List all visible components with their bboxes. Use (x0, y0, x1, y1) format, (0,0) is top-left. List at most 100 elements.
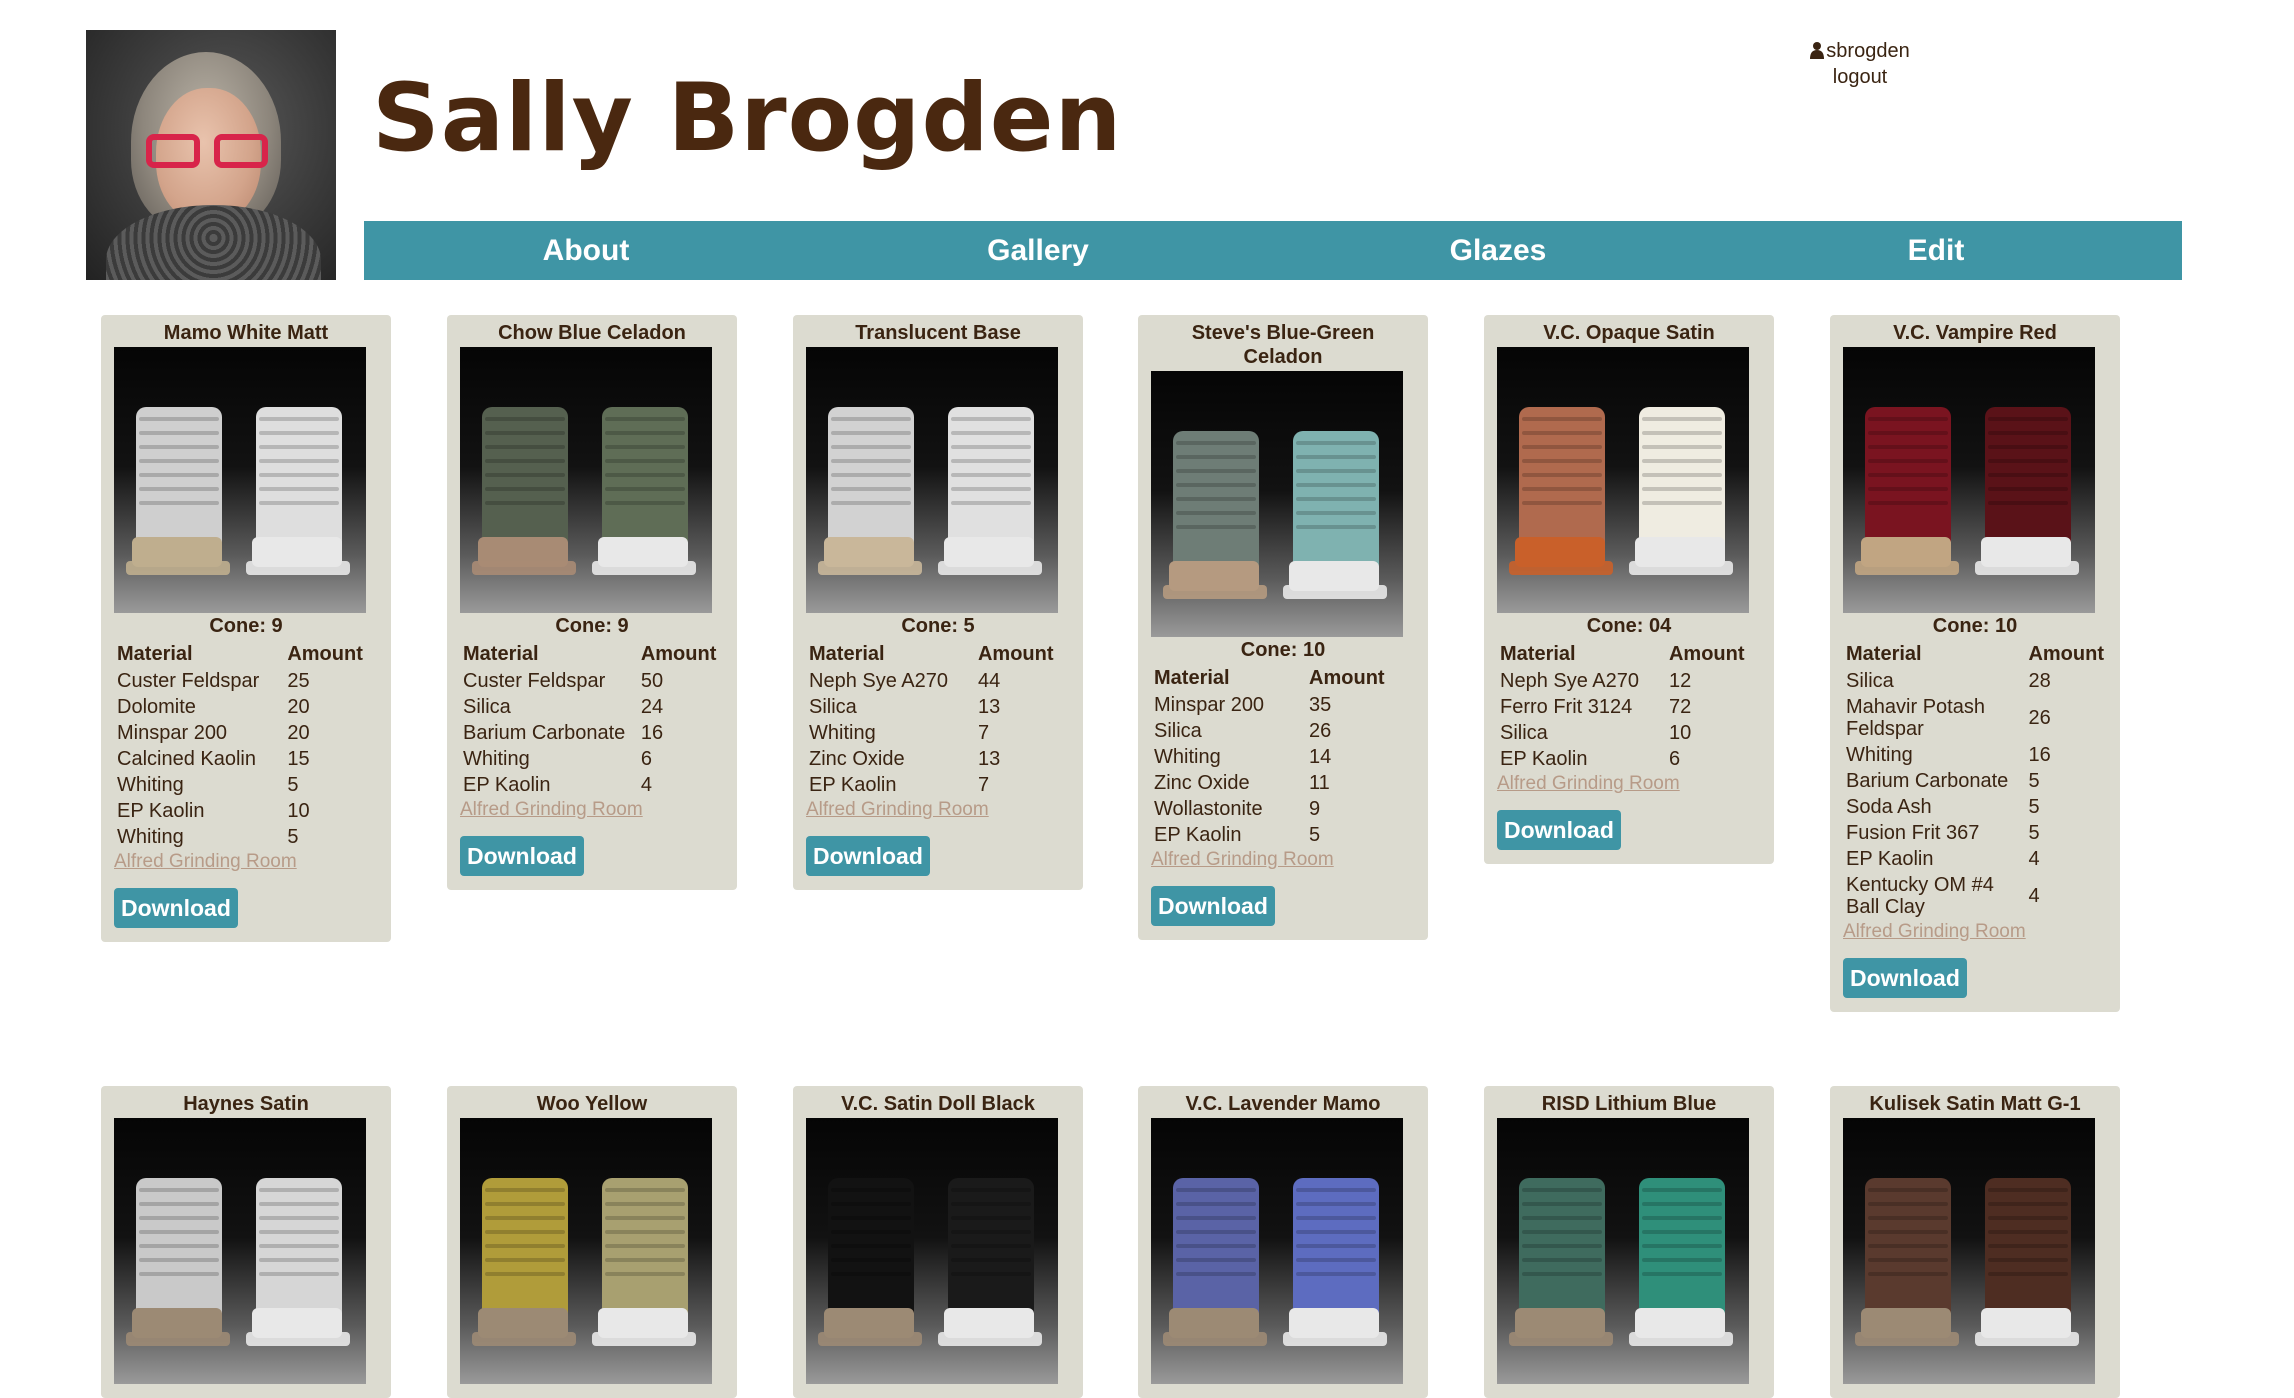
recipe-row: Whiting 7 (806, 720, 1070, 746)
recipe-source-link[interactable]: Alfred Grinding Room (806, 798, 1070, 822)
material-cell: Zinc Oxide (809, 748, 905, 770)
amount-cell: 5 (287, 826, 299, 848)
download-button[interactable]: Download (114, 888, 238, 928)
recipe-row: Whiting 5 (114, 824, 378, 850)
glaze-card: RISD Lithium Blue (1484, 1086, 1774, 1398)
download-button[interactable]: Download (1497, 810, 1621, 850)
glaze-test-tile-photo[interactable] (460, 1118, 712, 1384)
recipe-row: Dolomite 20 (114, 694, 378, 720)
material-cell: EP Kaolin (463, 774, 551, 796)
recipe-source-link[interactable]: Alfred Grinding Room (460, 798, 724, 822)
recipe-source-link[interactable]: Alfred Grinding Room (1151, 848, 1415, 872)
recipe-source-link[interactable]: Alfred Grinding Room (1497, 772, 1761, 796)
amount-cell: 50 (640, 670, 664, 692)
recipe-source-link[interactable]: Alfred Grinding Room (1843, 920, 2107, 944)
download-button[interactable]: Download (1151, 886, 1275, 926)
nav-edit[interactable]: Edit (1908, 221, 1965, 280)
material-cell: Barium Carbonate (1846, 770, 2009, 792)
amount-cell: 12 (1668, 670, 1692, 692)
recipe-row: Neph Sye A270 12 (1497, 668, 1761, 694)
glaze-test-tile-photo[interactable] (1843, 347, 2095, 613)
amount-header: Amount (1309, 667, 1385, 689)
material-cell: Whiting (463, 748, 530, 770)
material-cell: Zinc Oxide (1154, 772, 1250, 794)
material-cell: Neph Sye A270 (1500, 670, 1639, 692)
glaze-card: Translucent Base Cone: 5 Material Amount Nep… (793, 315, 1083, 890)
recipe-row: Silica 28 (1843, 668, 2107, 694)
glaze-test-tile-photo[interactable] (1497, 1118, 1749, 1384)
recipe-row: Custer Feldspar 50 (460, 668, 724, 694)
glaze-test-tile-photo[interactable] (114, 1118, 366, 1384)
recipe-row: Silica 24 (460, 694, 724, 720)
nav-glazes[interactable]: Glazes (1450, 221, 1547, 280)
glaze-card: V.C. Lavender Mamo (1138, 1086, 1428, 1398)
amount-cell: 35 (1309, 694, 1332, 716)
recipe-table: Material Amount Minspar 200 35 Silica 26 Whiti… (1151, 664, 1415, 848)
recipe-table: Material Amount Custer Feldspar 50 Silica 24 B… (460, 640, 724, 798)
material-cell: EP Kaolin (1846, 848, 1934, 870)
download-button[interactable]: Download (806, 836, 930, 876)
recipe-header-row: Material Amount (460, 640, 724, 668)
user-icon (1810, 42, 1825, 59)
amount-cell: 14 (1309, 746, 1332, 768)
recipe-row: Silica 13 (806, 694, 1070, 720)
material-cell: Whiting (1846, 744, 1913, 766)
amount-cell: 4 (2028, 885, 2040, 907)
nav-gallery[interactable]: Gallery (987, 221, 1089, 280)
material-header: Material (1500, 643, 1576, 665)
amount-cell: 5 (2028, 822, 2040, 844)
glaze-test-tile-photo[interactable] (806, 1118, 1058, 1384)
amount-cell: 10 (287, 800, 310, 822)
recipe-row: Silica 26 (1151, 718, 1415, 744)
recipe-row: EP Kaolin 4 (460, 772, 724, 798)
material-cell: Kentucky OM #4 Ball Clay (1846, 874, 1994, 918)
glaze-test-tile-photo[interactable] (1843, 1118, 2095, 1384)
glaze-card: V.C. Satin Doll Black (793, 1086, 1083, 1398)
material-cell: Fusion Frit 367 (1846, 822, 1980, 844)
glaze-test-tile-photo[interactable] (1151, 1118, 1403, 1384)
amount-cell: 15 (287, 748, 310, 770)
amount-cell: 13 (977, 748, 1001, 770)
recipe-row: EP Kaolin 7 (806, 772, 1070, 798)
glaze-card: V.C. Vampire Red Cone: 10 Material Amount Si… (1830, 315, 2120, 1012)
glaze-name: Haynes Satin (183, 1093, 309, 1115)
download-button[interactable]: Download (1843, 958, 1967, 998)
amount-cell: 26 (2028, 707, 2051, 729)
recipe-row: Soda Ash 5 (1843, 794, 2107, 820)
nav-about[interactable]: About (543, 221, 630, 280)
amount-header: Amount (640, 643, 717, 665)
material-cell: Calcined Kaolin (117, 748, 256, 770)
recipe-source-link[interactable]: Alfred Grinding Room (114, 850, 378, 874)
glaze-card: V.C. Opaque Satin Cone: 04 Material Amount N… (1484, 315, 1774, 864)
glaze-test-tile-photo[interactable] (114, 347, 366, 613)
download-button[interactable]: Download (460, 836, 584, 876)
recipe-row: Whiting 6 (460, 746, 724, 772)
material-cell: Silica (1154, 720, 1202, 742)
material-cell: Silica (1846, 670, 1894, 692)
logout-link[interactable]: logout (1790, 64, 1930, 90)
material-header: Material (463, 643, 539, 665)
glaze-test-tile-photo[interactable] (1497, 347, 1749, 613)
material-cell: Soda Ash (1846, 796, 1932, 818)
material-cell: Silica (809, 696, 857, 718)
recipe-row: Kentucky OM #4 Ball Clay 4 (1843, 872, 2107, 920)
profile-photo (86, 30, 336, 280)
recipe-header-row: Material Amount (114, 640, 378, 668)
glaze-test-tile-photo[interactable] (1151, 371, 1403, 637)
amount-cell: 6 (640, 748, 652, 770)
cone-label: Cone: 10 (1932, 615, 2018, 637)
amount-header: Amount (1668, 643, 1745, 665)
amount-cell: 16 (640, 722, 664, 744)
recipe-row: Zinc Oxide 13 (806, 746, 1070, 772)
recipe-row: EP Kaolin 4 (1843, 846, 2107, 872)
material-cell: EP Kaolin (809, 774, 897, 796)
amount-cell: 10 (1668, 722, 1692, 744)
recipe-row: Ferro Frit 3124 72 (1497, 694, 1761, 720)
glaze-test-tile-photo[interactable] (806, 347, 1058, 613)
glaze-test-tile-photo[interactable] (460, 347, 712, 613)
amount-cell: 5 (287, 774, 299, 796)
user-account[interactable]: sbrogden (1790, 38, 1930, 64)
amount-header: Amount (287, 643, 363, 665)
material-cell: Minspar 200 (117, 722, 228, 744)
recipe-header-row: Material Amount (1497, 640, 1761, 668)
